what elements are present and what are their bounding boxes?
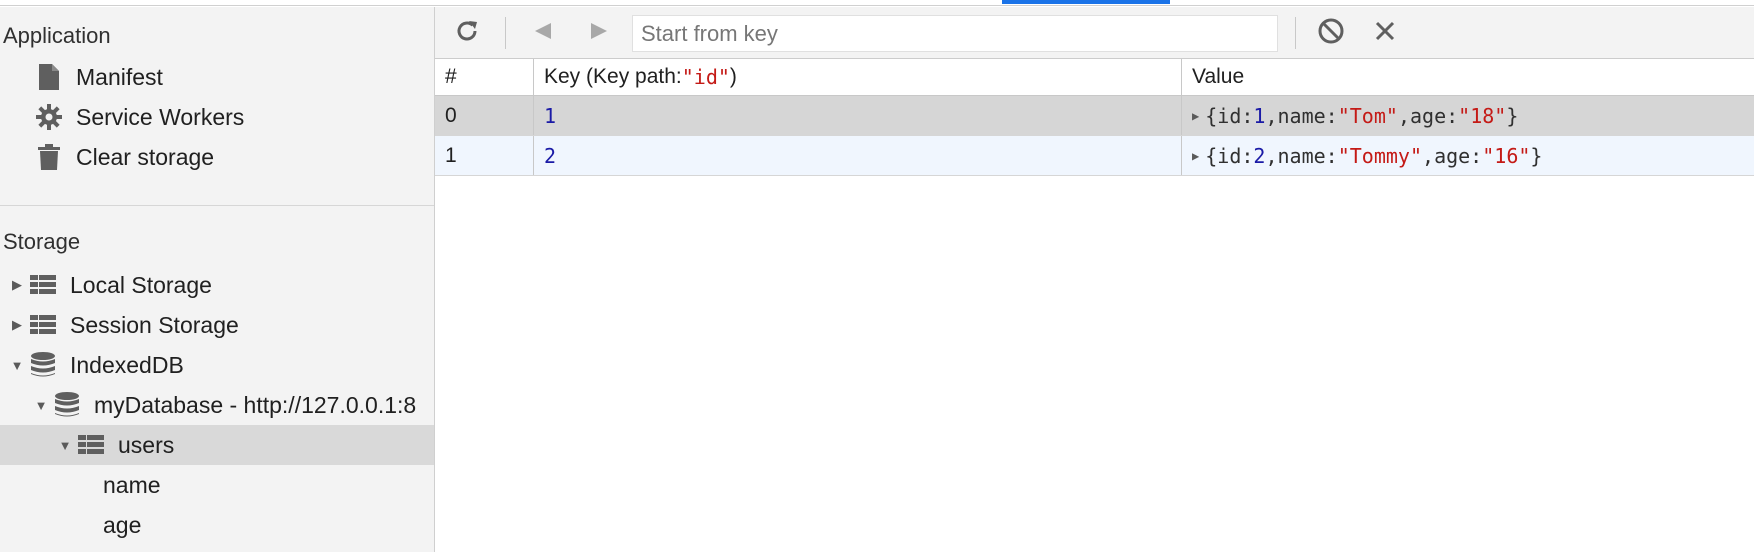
grid-icon <box>28 310 58 340</box>
value-prop: id: <box>1217 103 1254 128</box>
toolbar-divider <box>505 17 506 49</box>
sidebar-item-users[interactable]: ▼ users <box>0 425 434 465</box>
sidebar-item-label: Session Storage <box>70 311 239 338</box>
value-prop: id: <box>1217 143 1254 168</box>
sidebar-item-session-storage[interactable]: ▶ Session Storage <box>0 305 434 345</box>
clear-object-store-button[interactable] <box>1313 15 1349 51</box>
column-header-label: Key (Key path: <box>544 65 682 88</box>
database-icon <box>28 350 58 380</box>
value-punct: , <box>1397 103 1410 128</box>
refresh-icon <box>454 18 480 49</box>
gear-icon <box>34 102 64 132</box>
value-punct: , <box>1265 103 1278 128</box>
value-number: 1 <box>1253 103 1266 128</box>
row-key: 2 <box>534 136 1182 175</box>
value-punct: { <box>1205 103 1218 128</box>
sidebar-item-label: users <box>118 431 175 458</box>
sidebar-item-label: Local Storage <box>70 271 212 298</box>
value-string: "Tom" <box>1337 103 1398 128</box>
row-value[interactable]: ▶ {id: 2, name: "Tommy", age: "16"} <box>1182 136 1754 175</box>
section-divider <box>0 205 434 206</box>
row-index: 0 <box>435 96 534 135</box>
sidebar: Application Manifest Service Workers Cle… <box>0 7 435 552</box>
value-prop: name: <box>1277 143 1338 168</box>
grid-header: # Key (Key path: "id") Value <box>435 59 1754 96</box>
column-header-key[interactable]: Key (Key path: "id") <box>534 59 1182 95</box>
next-page-button[interactable] <box>581 15 617 51</box>
key-path-value: "id" <box>681 65 730 89</box>
row-index: 1 <box>435 136 534 175</box>
collapse-arrow-icon[interactable]: ▼ <box>56 438 74 453</box>
column-header-label: Value <box>1192 65 1245 88</box>
sidebar-item-label: Manifest <box>76 63 163 90</box>
value-prop: name: <box>1277 103 1338 128</box>
table-row[interactable]: 1 2 ▶ {id: 2, name: "Tommy", age: "16"} <box>435 136 1754 176</box>
sidebar-item-index-name[interactable]: name <box>0 465 434 505</box>
grid-icon <box>28 270 58 300</box>
expand-arrow-icon[interactable]: ▶ <box>1192 149 1199 163</box>
section-title-storage: Storage <box>3 229 81 254</box>
delete-selected-button[interactable] <box>1367 15 1403 51</box>
sidebar-item-manifest[interactable]: Manifest <box>0 57 434 97</box>
toolbar <box>435 7 1754 59</box>
collapse-arrow-icon[interactable]: ▼ <box>8 358 26 373</box>
column-header-label: ) <box>729 65 737 88</box>
top-border <box>0 0 1754 6</box>
toolbar-divider <box>1295 17 1296 49</box>
sidebar-item-label: IndexedDB <box>70 351 184 378</box>
trash-icon <box>34 142 64 172</box>
close-icon <box>1374 20 1396 47</box>
grid-icon <box>76 430 106 460</box>
value-prop: age: <box>1409 103 1459 128</box>
value-string: "Tommy" <box>1337 143 1423 168</box>
value-punct: } <box>1530 143 1543 168</box>
row-value[interactable]: ▶ {id: 1, name: "Tom", age: "18"} <box>1182 96 1754 135</box>
sidebar-item-local-storage[interactable]: ▶ Local Storage <box>0 265 434 305</box>
document-icon <box>34 62 64 92</box>
sidebar-item-index-age[interactable]: age <box>0 505 434 545</box>
sidebar-item-clear-storage[interactable]: Clear storage <box>0 137 434 177</box>
expand-arrow-icon[interactable]: ▶ <box>8 277 26 293</box>
column-header-label: # <box>445 65 457 88</box>
value-number: 2 <box>1253 143 1266 168</box>
block-icon <box>1317 17 1345 50</box>
sidebar-item-label: age <box>103 511 142 538</box>
sidebar-item-label: Service Workers <box>76 103 245 130</box>
value-punct: , <box>1265 143 1278 168</box>
sidebar-item-service-workers[interactable]: Service Workers <box>0 97 434 137</box>
column-header-index[interactable]: # <box>435 59 534 95</box>
row-key: 1 <box>534 96 1182 135</box>
main-panel: # Key (Key path: "id") Value 0 1 ▶{id: 1… <box>435 7 1754 552</box>
section-title-application: Application <box>3 23 111 48</box>
sidebar-item-label: Clear storage <box>76 143 215 170</box>
start-from-key-input[interactable] <box>632 15 1278 52</box>
expand-arrow-icon[interactable]: ▶ <box>1192 109 1199 123</box>
sidebar-item-label: name <box>103 471 161 498</box>
value-string: "18" <box>1458 103 1507 128</box>
triangle-right-icon <box>589 21 609 46</box>
value-punct: , <box>1422 143 1435 168</box>
active-tab-indicator <box>1002 0 1170 4</box>
value-prop: age: <box>1434 143 1483 168</box>
value-string: "16" <box>1482 143 1531 168</box>
column-header-value[interactable]: Value <box>1182 59 1754 95</box>
previous-page-button[interactable] <box>525 15 561 51</box>
sidebar-item-indexeddb[interactable]: ▼ IndexedDB <box>0 345 434 385</box>
sidebar-item-label: myDatabase - http://127.0.0.1:8 <box>94 391 417 418</box>
value-punct: { <box>1205 143 1218 168</box>
sidebar-item-mydatabase[interactable]: ▼ myDatabase - http://127.0.0.1:8 <box>0 385 434 425</box>
expand-arrow-icon[interactable]: ▶ <box>8 317 26 333</box>
database-icon <box>52 390 82 420</box>
refresh-button[interactable] <box>449 15 485 51</box>
triangle-left-icon <box>533 21 553 46</box>
table-row[interactable]: 0 1 ▶ {id: 1, name: "Tom", age: "18"} <box>435 96 1754 136</box>
value-punct: } <box>1506 103 1519 128</box>
collapse-arrow-icon[interactable]: ▼ <box>32 398 50 413</box>
